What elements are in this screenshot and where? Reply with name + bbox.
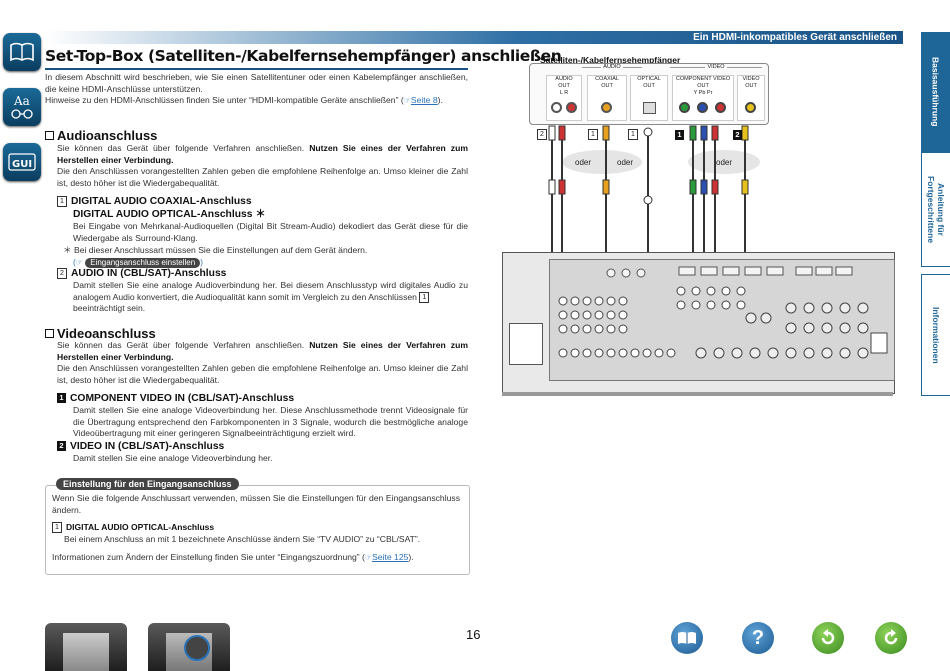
receiver-front-thumbnail[interactable] bbox=[45, 623, 127, 671]
port-audio-out: AUDIO OUT L R bbox=[546, 75, 582, 121]
receiver-display-thumbnail[interactable] bbox=[148, 623, 230, 671]
oder-label-2: oder bbox=[617, 158, 634, 167]
audio-heading: Audioanschluss bbox=[45, 128, 157, 143]
intro-line2: Hinweise zu den HDMI-Anschlüssen finden … bbox=[45, 95, 443, 105]
glossary-icon[interactable]: Aa bbox=[3, 88, 41, 126]
infobox-p1: Wenn Sie die folgende Anschlussart verwe… bbox=[52, 493, 460, 515]
input-settings-label: Einstellung für den Eingangsanschluss bbox=[56, 478, 239, 490]
link-page-8[interactable]: Seite 8 bbox=[411, 95, 438, 105]
port-component-out: COMPONENT VIDEO OUT Y Pb Pr bbox=[672, 75, 734, 121]
help-icon[interactable]: ? bbox=[742, 622, 774, 654]
cable-num-1-coaxial: 1 bbox=[588, 126, 602, 144]
cable-num-2-audio: 2 bbox=[537, 126, 551, 144]
intro: In diesem Abschnitt wird beschrieben, wi… bbox=[45, 72, 468, 107]
back-icon[interactable] bbox=[812, 622, 844, 654]
video-intro: Sie können das Gerät über folgende Verfa… bbox=[57, 340, 468, 385]
tab-fortgeschrittene[interactable]: Anleitung für Fortgeschrittene bbox=[921, 152, 950, 267]
infobox-item-text: Bei einem Anschluss an mit 1 bezeichnete… bbox=[64, 534, 421, 544]
video-heading: Videoanschluss bbox=[45, 326, 156, 341]
section-header-bar: Ein HDMI-inkompatibles Gerät anschließen bbox=[45, 31, 903, 44]
eingangsanschluss-pill[interactable]: Eingangsanschluss einstellen bbox=[85, 257, 201, 268]
section-label: Ein HDMI-inkompatibles Gerät anschließen bbox=[693, 32, 897, 43]
cable-num-2-video: 2 bbox=[733, 126, 746, 144]
svg-text:GUI: GUI bbox=[12, 159, 32, 170]
page-title: Set-Top-Box (Satelliten-/Kabelfernsehemp… bbox=[45, 47, 562, 70]
audio-group-label: AUDIO bbox=[582, 64, 642, 75]
oder-label-3: oder bbox=[716, 158, 733, 167]
set-top-box-device: AUDIO VIDEO AUDIO OUT L R COAXIAL OUT OPTIC… bbox=[529, 63, 769, 125]
audio-item2-text: Damit stellen Sie eine analoge Audioverb… bbox=[73, 280, 468, 313]
video-item2-text: Damit stellen Sie eine analoge Videoverb… bbox=[73, 453, 273, 463]
audio-item1-text: Bei Eingabe von Mehrkanal-Audioquellen (… bbox=[73, 221, 468, 243]
infobox-p2: Informationen zum Ändern der Einstellung… bbox=[52, 552, 414, 562]
video-group-label: VIDEO bbox=[670, 64, 762, 75]
receiver-back-panel bbox=[502, 252, 895, 394]
tab-informationen[interactable]: Informationen bbox=[921, 274, 950, 396]
infobox-item-title: 1 DIGITAL AUDIO OPTICAL-Anschluss bbox=[52, 522, 214, 534]
book-icon[interactable] bbox=[3, 33, 41, 71]
video-item1-text: Damit stellen Sie eine analoge Videoverb… bbox=[73, 405, 468, 438]
svg-text:Aa: Aa bbox=[13, 94, 30, 108]
tab-basisausfuehrung[interactable]: Basisausführung bbox=[921, 32, 950, 152]
port-optical-out: OPTICAL OUT bbox=[630, 75, 668, 121]
audio-item1-note: ＊ Bei dieser Anschlussart müssen Sie die… bbox=[63, 245, 368, 268]
page-number: 16 bbox=[466, 627, 481, 642]
audio-intro: Sie können das Gerät über folgende Verfa… bbox=[57, 143, 468, 188]
forward-icon[interactable] bbox=[875, 622, 907, 654]
hand-pointer-icon: ☞ bbox=[403, 96, 411, 105]
book-nav-icon[interactable] bbox=[671, 622, 703, 654]
audio-item2-title: 2 AUDIO IN (CBL/SAT)-Anschluss bbox=[57, 267, 226, 280]
port-coaxial-out: COAXIAL OUT bbox=[587, 75, 627, 121]
gui-icon[interactable]: GUI bbox=[3, 143, 41, 181]
cable-num-1-component: 1 bbox=[675, 126, 688, 144]
video-item1-title: 1 COMPONENT VIDEO IN (CBL/SAT)-Anschluss bbox=[57, 392, 294, 405]
port-video-out: VIDEO OUT bbox=[737, 75, 765, 121]
intro-line1: In diesem Abschnitt wird beschrieben, wi… bbox=[45, 72, 468, 94]
cable-num-1-optical: 1 bbox=[628, 126, 642, 144]
link-page-125[interactable]: Seite 125 bbox=[372, 552, 408, 562]
audio-item1-title: 1 DIGITAL AUDIO COAXIAL-Anschluss DIGITAL… bbox=[57, 195, 266, 221]
video-item2-title: 2 VIDEO IN (CBL/SAT)-Anschluss bbox=[57, 440, 224, 453]
oder-label-1: oder bbox=[575, 158, 592, 167]
